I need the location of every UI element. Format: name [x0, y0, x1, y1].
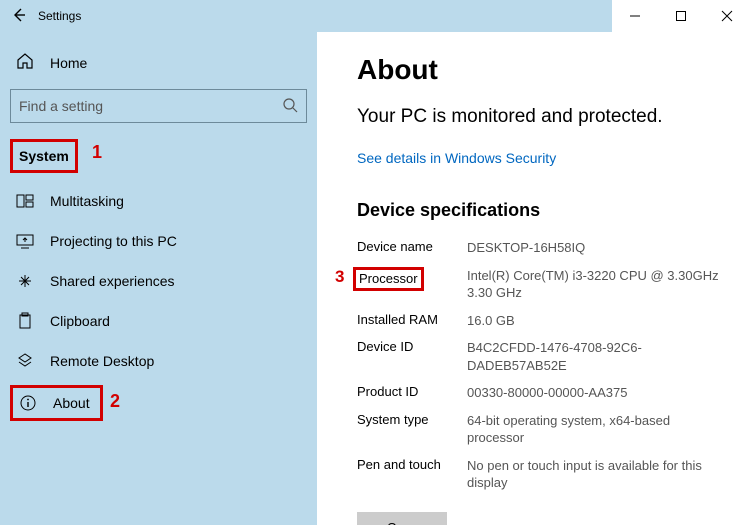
sidebar-item-label: Clipboard [50, 313, 110, 329]
sidebar-item-label: Remote Desktop [50, 353, 154, 369]
spec-row-device-name: Device name DESKTOP-16H58IQ [357, 239, 722, 257]
spec-value: No pen or touch input is available for t… [467, 457, 722, 492]
sidebar-item-label: Shared experiences [50, 273, 175, 289]
spec-row-product-id: Product ID 00330-80000-00000-AA375 [357, 384, 722, 402]
clipboard-icon [16, 312, 34, 330]
search-icon [282, 97, 298, 116]
spec-value: B4C2CFDD-1476-4708-92C6-DADEB57AB52E [467, 339, 722, 374]
window-title: Settings [38, 9, 81, 23]
search-box[interactable] [10, 89, 307, 123]
spec-value: DESKTOP-16H58IQ [467, 239, 585, 257]
sidebar-item-shared-experiences[interactable]: Shared experiences [10, 263, 307, 299]
spec-value: 00330-80000-00000-AA375 [467, 384, 627, 402]
content-pane: About Your PC is monitored and protected… [317, 32, 750, 525]
annotation-2: 2 [110, 391, 120, 412]
back-icon[interactable] [12, 8, 26, 25]
home-icon [16, 52, 34, 73]
sidebar-item-label: Multitasking [50, 193, 124, 209]
shared-experiences-icon [16, 272, 34, 290]
annotation-1: 1 [92, 142, 102, 163]
spec-label: System type [357, 412, 467, 427]
sidebar-item-clipboard[interactable]: Clipboard [10, 303, 307, 339]
page-title: About [357, 54, 722, 86]
protected-text: Your PC is monitored and protected. [357, 106, 722, 128]
spec-value: 16.0 GB [467, 312, 515, 330]
sidebar-item-label: Projecting to this PC [50, 233, 177, 249]
close-button[interactable] [704, 0, 750, 32]
spec-row-processor: 3 Processor Intel(R) Core(TM) i3-3220 CP… [357, 267, 722, 302]
spec-label: Installed RAM [357, 312, 467, 327]
security-link[interactable]: See details in Windows Security [357, 150, 556, 166]
annotation-3-box: Processor [353, 267, 424, 291]
sidebar: Home System 1 Multitasking Pr [0, 32, 317, 525]
spec-label: Processor [357, 267, 467, 291]
home-label: Home [50, 55, 87, 71]
annotation-3: 3 [335, 267, 344, 287]
sidebar-item-home[interactable]: Home [10, 44, 307, 83]
sidebar-heading-system[interactable]: System [10, 139, 78, 173]
device-spec-heading: Device specifications [357, 200, 722, 221]
maximize-button[interactable] [658, 0, 704, 32]
sidebar-item-multitasking[interactable]: Multitasking [10, 183, 307, 219]
spec-row-ram: Installed RAM 16.0 GB [357, 312, 722, 330]
multitasking-icon [16, 192, 34, 210]
spec-row-system-type: System type 64-bit operating system, x64… [357, 412, 722, 447]
spec-row-pen-touch: Pen and touch No pen or touch input is a… [357, 457, 722, 492]
spec-value: 64-bit operating system, x64-based proce… [467, 412, 722, 447]
spec-row-device-id: Device ID B4C2CFDD-1476-4708-92C6-DADEB5… [357, 339, 722, 374]
spec-label: Pen and touch [357, 457, 467, 472]
search-input[interactable] [19, 98, 282, 114]
minimize-button[interactable] [612, 0, 658, 32]
spec-label: Device name [357, 239, 467, 254]
projecting-icon [16, 232, 34, 250]
spec-value: Intel(R) Core(TM) i3-3220 CPU @ 3.30GHz … [467, 267, 722, 302]
title-bar: Settings [0, 0, 750, 32]
copy-button[interactable]: Copy [357, 512, 447, 525]
spec-label: Device ID [357, 339, 467, 354]
spec-label: Product ID [357, 384, 467, 399]
sidebar-item-projecting[interactable]: Projecting to this PC [10, 223, 307, 259]
remote-desktop-icon [16, 352, 34, 370]
sidebar-item-about[interactable]: About [10, 385, 103, 421]
about-icon [19, 394, 37, 412]
sidebar-item-remote-desktop[interactable]: Remote Desktop [10, 343, 307, 379]
sidebar-item-label: About [53, 395, 90, 411]
